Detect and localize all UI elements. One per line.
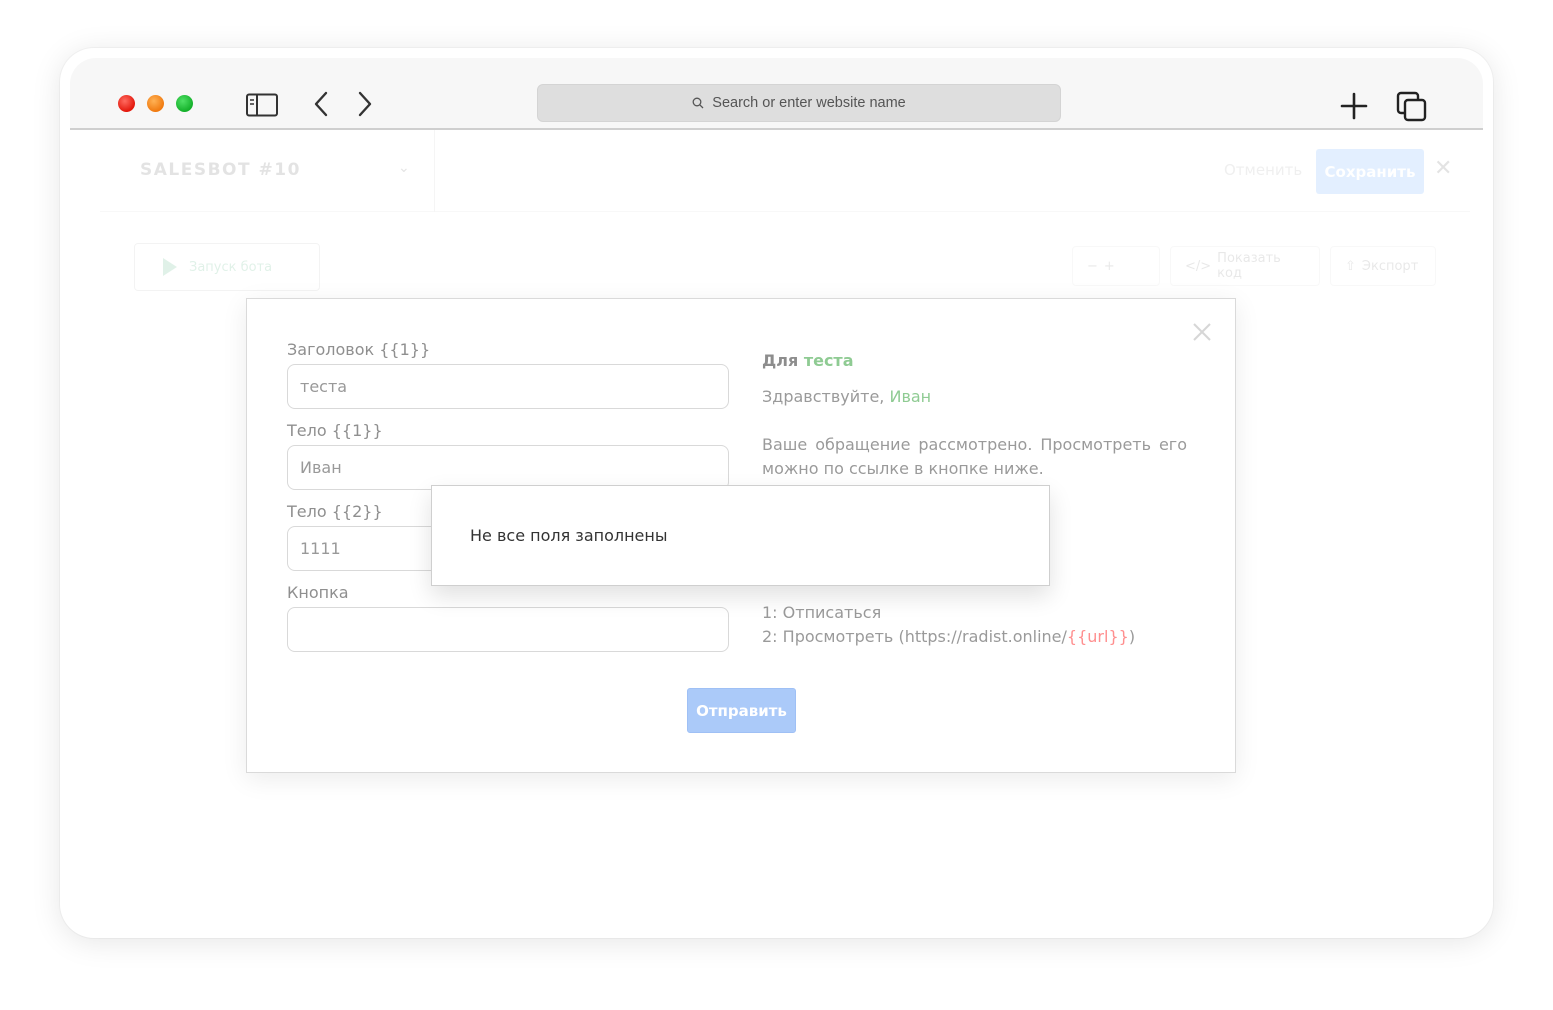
cancel-button[interactable]: Отменить bbox=[1224, 161, 1302, 179]
zoom-controls[interactable]: − + bbox=[1072, 246, 1160, 286]
upload-icon: ⇧ bbox=[1345, 258, 1356, 274]
preview-greeting-prefix: Здравствуйте, bbox=[762, 387, 890, 406]
close-icon[interactable]: ✕ bbox=[1434, 156, 1452, 181]
message-preview: Для теста Здравствуйте, Иван Ваше обраще… bbox=[762, 349, 1187, 481]
zoom-window-button[interactable] bbox=[176, 95, 193, 112]
plus-icon[interactable] bbox=[1339, 91, 1369, 121]
body-var-1-input[interactable] bbox=[287, 445, 729, 490]
preview-url-variable: {{url}} bbox=[1066, 627, 1129, 646]
toast-message: Не все поля заполнены bbox=[470, 526, 668, 545]
address-placeholder: Search or enter website name bbox=[712, 95, 906, 111]
preview-title-prefix: Для bbox=[762, 351, 804, 370]
search-icon bbox=[692, 97, 704, 109]
app-header: SALESBOT #10 ⌄ Отменить Сохранить ✕ bbox=[100, 130, 1470, 212]
preview-button-1: 1: Отписаться bbox=[762, 603, 882, 622]
browser-titlebar: Search or enter website name bbox=[70, 58, 1483, 130]
tab-overview-icon[interactable] bbox=[1396, 91, 1428, 123]
run-bot-label: Запуск бота bbox=[189, 259, 273, 275]
send-button[interactable]: Отправить bbox=[687, 688, 796, 733]
close-icon[interactable] bbox=[1191, 321, 1213, 343]
play-icon bbox=[163, 258, 177, 276]
chevron-down-icon[interactable]: ⌄ bbox=[398, 160, 410, 176]
run-bot-button[interactable]: Запуск бота bbox=[134, 243, 320, 291]
field-label-body-2: Тело {{2}} bbox=[287, 502, 383, 521]
forward-arrow-icon[interactable] bbox=[354, 90, 376, 118]
preview-body: Ваше обращение рассмотрено. Просмотреть … bbox=[762, 435, 1187, 478]
preview-title-variable: теста bbox=[803, 351, 854, 370]
preview-title: Для теста bbox=[762, 349, 1187, 373]
header-divider bbox=[434, 130, 435, 212]
zoom-in-icon[interactable]: + bbox=[1104, 259, 1115, 274]
preview-button-2-prefix: 2: Просмотреть (https://radist.online/ bbox=[762, 627, 1067, 646]
preview-button-2-suffix: ) bbox=[1128, 627, 1136, 646]
button-var-input[interactable] bbox=[287, 607, 729, 652]
field-label-body-1: Тело {{1}} bbox=[287, 421, 383, 440]
show-code-button[interactable]: </> Показать код bbox=[1170, 246, 1320, 286]
preview-button-2: 2: Просмотреть (https://radist.online/{{… bbox=[762, 625, 1135, 649]
field-label-button: Кнопка bbox=[287, 583, 349, 602]
back-arrow-icon[interactable] bbox=[310, 90, 332, 118]
save-button[interactable]: Сохранить bbox=[1316, 149, 1424, 194]
bot-title[interactable]: SALESBOT #10 bbox=[140, 160, 301, 180]
preview-greeting: Здравствуйте, Иван bbox=[762, 385, 1187, 409]
field-label-header: Заголовок {{1}} bbox=[287, 340, 431, 359]
zoom-out-icon[interactable]: − bbox=[1087, 259, 1098, 274]
preview-greeting-variable: Иван bbox=[889, 387, 932, 406]
address-bar[interactable]: Search or enter website name bbox=[537, 84, 1061, 122]
export-button[interactable]: ⇧ Экспорт bbox=[1330, 246, 1436, 286]
header-var-input[interactable] bbox=[287, 364, 729, 409]
code-icon: </> bbox=[1185, 258, 1212, 274]
sidebar-toggle-icon[interactable] bbox=[246, 93, 278, 117]
close-window-button[interactable] bbox=[118, 95, 135, 112]
export-label: Экспорт bbox=[1361, 258, 1419, 274]
minimize-window-button[interactable] bbox=[147, 95, 164, 112]
preview-buttons: 1: Отписаться 2: Просмотреть (https://ra… bbox=[762, 601, 1135, 649]
show-code-label: Показать код bbox=[1217, 251, 1281, 281]
validation-toast: Не все поля заполнены bbox=[431, 485, 1050, 586]
